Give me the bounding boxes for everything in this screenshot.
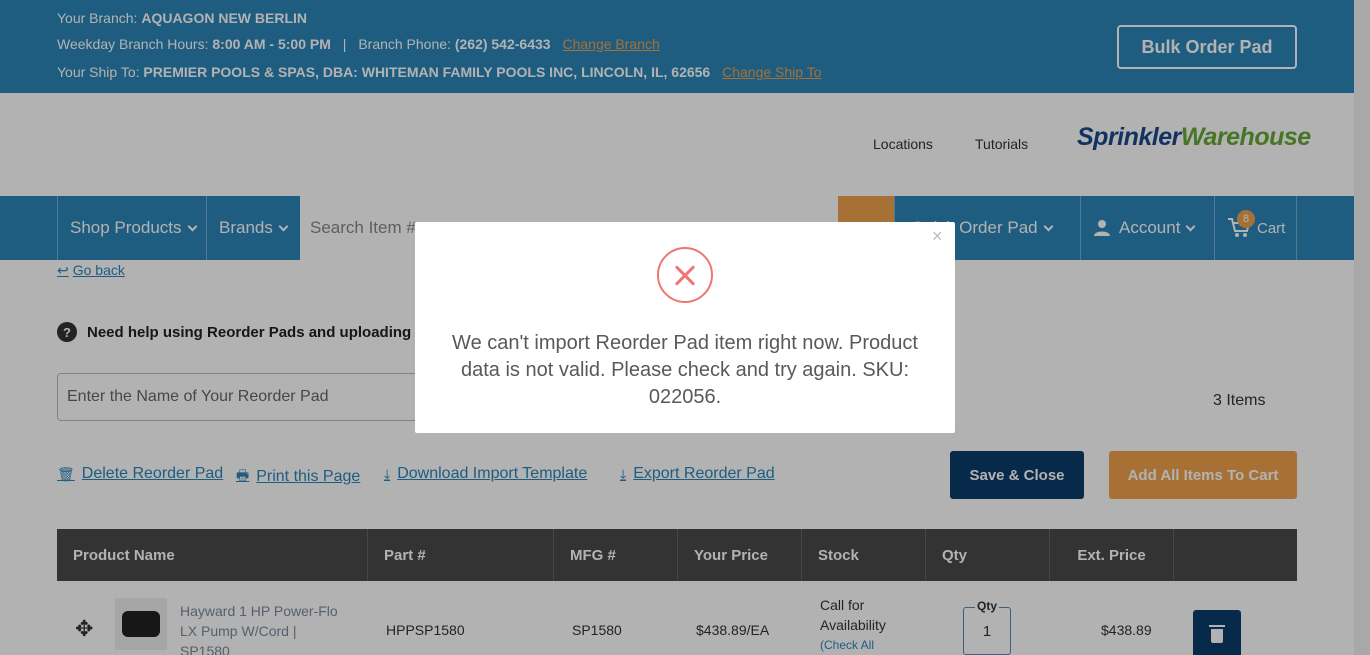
error-icon [657, 247, 713, 303]
error-message: We can't import Reorder Pad item right n… [452, 332, 918, 408]
error-dialog: × We can't import Reorder Pad item right… [415, 222, 955, 433]
close-icon[interactable]: × [932, 226, 943, 247]
